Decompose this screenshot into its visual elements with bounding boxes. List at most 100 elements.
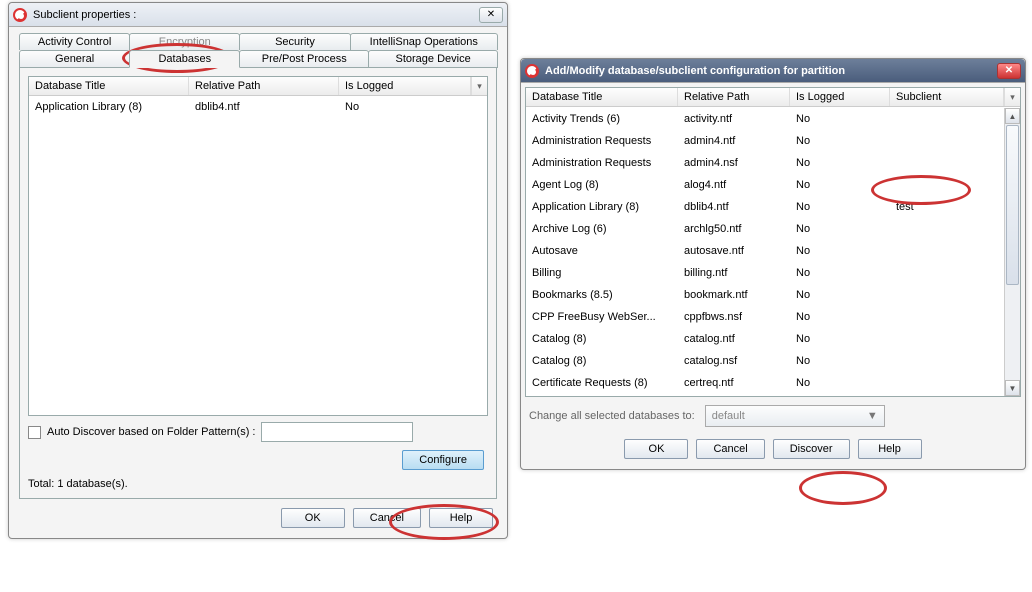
help-button[interactable]: Help xyxy=(858,439,922,459)
annotation-circle xyxy=(799,471,887,505)
cell-title: Bookmarks (8.5) xyxy=(526,286,678,304)
cell-subclient xyxy=(890,220,1004,238)
table-row[interactable]: Billingbilling.ntfNo xyxy=(526,262,1004,284)
scroll-options-icon[interactable]: ▾ xyxy=(1004,88,1020,106)
table-row[interactable]: Application Library (8)dblib4.ntfNotest xyxy=(526,196,1004,218)
tab-intellisnap[interactable]: IntelliSnap Operations xyxy=(350,33,498,50)
cell-title: Administration Requests xyxy=(526,132,678,150)
table-row[interactable]: CPP FreeBusy WebSer...cppfbws.nsfNo xyxy=(526,306,1004,328)
cell-title: Activity Trends (6) xyxy=(526,110,678,128)
col-subclient[interactable]: Subclient xyxy=(890,88,1004,106)
table-row[interactable]: Activity Trends (6)activity.ntfNo xyxy=(526,108,1004,130)
cell-title: Certificate Requests (8) xyxy=(526,374,678,392)
database-grid[interactable]: ^ 1 Database Title Relative Path Is Logg… xyxy=(525,87,1021,397)
col-relative-path[interactable]: Relative Path xyxy=(678,88,790,106)
list-header: Database Title Relative Path Is Logged ▾ xyxy=(29,77,487,96)
cell-subclient xyxy=(890,242,1004,260)
close-icon[interactable]: ✕ xyxy=(997,63,1021,79)
window-title: Subclient properties : xyxy=(33,9,479,21)
help-button[interactable]: Help xyxy=(429,508,493,528)
table-row[interactable]: Administration Requestsadmin4.nsfNo xyxy=(526,152,1004,174)
cell-subclient xyxy=(890,132,1004,150)
cell-subclient xyxy=(890,110,1004,128)
cell-path: dblib4.ntf xyxy=(189,98,339,116)
table-row[interactable]: Autosaveautosave.ntfNo xyxy=(526,240,1004,262)
cell-logged: No xyxy=(790,220,890,238)
tab-encryption[interactable]: Encryption xyxy=(129,33,240,50)
discover-button[interactable]: Discover xyxy=(773,439,850,459)
table-row[interactable]: Agent Log (8)alog4.ntfNo xyxy=(526,174,1004,196)
cell-subclient xyxy=(890,308,1004,326)
col-is-logged[interactable]: Is Logged xyxy=(790,88,890,106)
scroll-options-icon[interactable]: ▾ xyxy=(471,77,487,95)
cell-logged: No xyxy=(790,374,890,392)
cell-title: Administration Requests xyxy=(526,154,678,172)
cell-title: Application Library (8) xyxy=(526,198,678,216)
cell-path: catalog.nsf xyxy=(678,352,790,370)
cancel-button[interactable]: Cancel xyxy=(696,439,764,459)
ok-button[interactable]: OK xyxy=(281,508,345,528)
folder-pattern-input[interactable] xyxy=(261,422,413,442)
cell-path: cppfbws.nsf xyxy=(678,308,790,326)
ok-button[interactable]: OK xyxy=(624,439,688,459)
cell-path: catalog.ntf xyxy=(678,330,790,348)
table-row[interactable]: Catalog (8)catalog.ntfNo xyxy=(526,328,1004,350)
cell-path: bookmark.ntf xyxy=(678,286,790,304)
databases-panel: ^ 1 Database Title Relative Path Is Logg… xyxy=(19,67,497,499)
tabs-row-2: General Databases Pre/Post Process Stora… xyxy=(19,50,497,68)
tab-databases[interactable]: Databases xyxy=(129,50,240,68)
app-icon xyxy=(13,8,27,22)
subclient-properties-dialog: Subclient properties : ✕ Activity Contro… xyxy=(8,2,508,539)
cell-logged: No xyxy=(790,176,890,194)
cell-subclient xyxy=(890,330,1004,348)
table-row[interactable]: Catalog (8)catalog.nsfNo xyxy=(526,350,1004,372)
cell-logged: No xyxy=(790,198,890,216)
table-row[interactable]: Certificate Requests (8)certreq.ntfNo xyxy=(526,372,1004,394)
cell-subclient xyxy=(890,264,1004,282)
titlebar[interactable]: Add/Modify database/subclient configurat… xyxy=(521,59,1025,83)
close-icon[interactable]: ✕ xyxy=(479,7,503,23)
cell-logged: No xyxy=(339,98,487,116)
table-row[interactable]: Bookmarks (8.5)bookmark.ntfNo xyxy=(526,284,1004,306)
tab-storage[interactable]: Storage Device xyxy=(368,50,498,68)
configure-button[interactable]: Configure xyxy=(402,450,484,470)
col-database-title[interactable]: Database Title xyxy=(29,77,189,95)
cell-title: Agent Log (8) xyxy=(526,176,678,194)
change-selected-dropdown[interactable]: default ▼ xyxy=(705,405,885,427)
scroll-down-icon[interactable]: ▼ xyxy=(1005,380,1020,396)
cell-path: archlg50.ntf xyxy=(678,220,790,238)
col-relative-path[interactable]: Relative Path xyxy=(189,77,339,95)
table-row[interactable]: Certification Logcertlog.ntfNo xyxy=(526,394,1004,396)
cell-logged: No xyxy=(790,352,890,370)
cell-title: CPP FreeBusy WebSer... xyxy=(526,308,678,326)
cell-subclient xyxy=(890,154,1004,172)
titlebar[interactable]: Subclient properties : ✕ xyxy=(9,3,507,27)
cell-logged: No xyxy=(790,330,890,348)
tab-general[interactable]: General xyxy=(19,50,130,68)
tab-security[interactable]: Security xyxy=(239,33,350,50)
cell-logged: No xyxy=(790,154,890,172)
table-row[interactable]: Administration Requestsadmin4.ntfNo xyxy=(526,130,1004,152)
tabs-row-1: Activity Control Encryption Security Int… xyxy=(19,33,497,50)
cell-subclient: test xyxy=(890,198,1004,216)
database-list[interactable]: ^ 1 Database Title Relative Path Is Logg… xyxy=(28,76,488,416)
cell-logged: No xyxy=(790,264,890,282)
col-database-title[interactable]: Database Title xyxy=(526,88,678,106)
table-row[interactable]: Archive Log (6)archlg50.ntfNo xyxy=(526,218,1004,240)
cell-path: admin4.ntf xyxy=(678,132,790,150)
tab-activity-control[interactable]: Activity Control xyxy=(19,33,130,50)
auto-discover-checkbox[interactable] xyxy=(28,426,41,439)
table-row[interactable]: Application Library (8)dblib4.ntfNo xyxy=(29,96,487,118)
cancel-button[interactable]: Cancel xyxy=(353,508,421,528)
add-modify-dialog: Add/Modify database/subclient configurat… xyxy=(520,58,1026,470)
cell-path: activity.ntf xyxy=(678,110,790,128)
cell-logged: No xyxy=(790,132,890,150)
tab-prepost[interactable]: Pre/Post Process xyxy=(239,50,369,68)
vertical-scrollbar[interactable]: ▲ ▼ xyxy=(1004,108,1020,396)
cell-title: Catalog (8) xyxy=(526,330,678,348)
scroll-thumb[interactable] xyxy=(1006,125,1019,285)
scroll-up-icon[interactable]: ▲ xyxy=(1005,108,1020,124)
cell-subclient xyxy=(890,176,1004,194)
col-is-logged[interactable]: Is Logged xyxy=(339,77,471,95)
total-databases-label: Total: 1 database(s). xyxy=(28,478,488,490)
